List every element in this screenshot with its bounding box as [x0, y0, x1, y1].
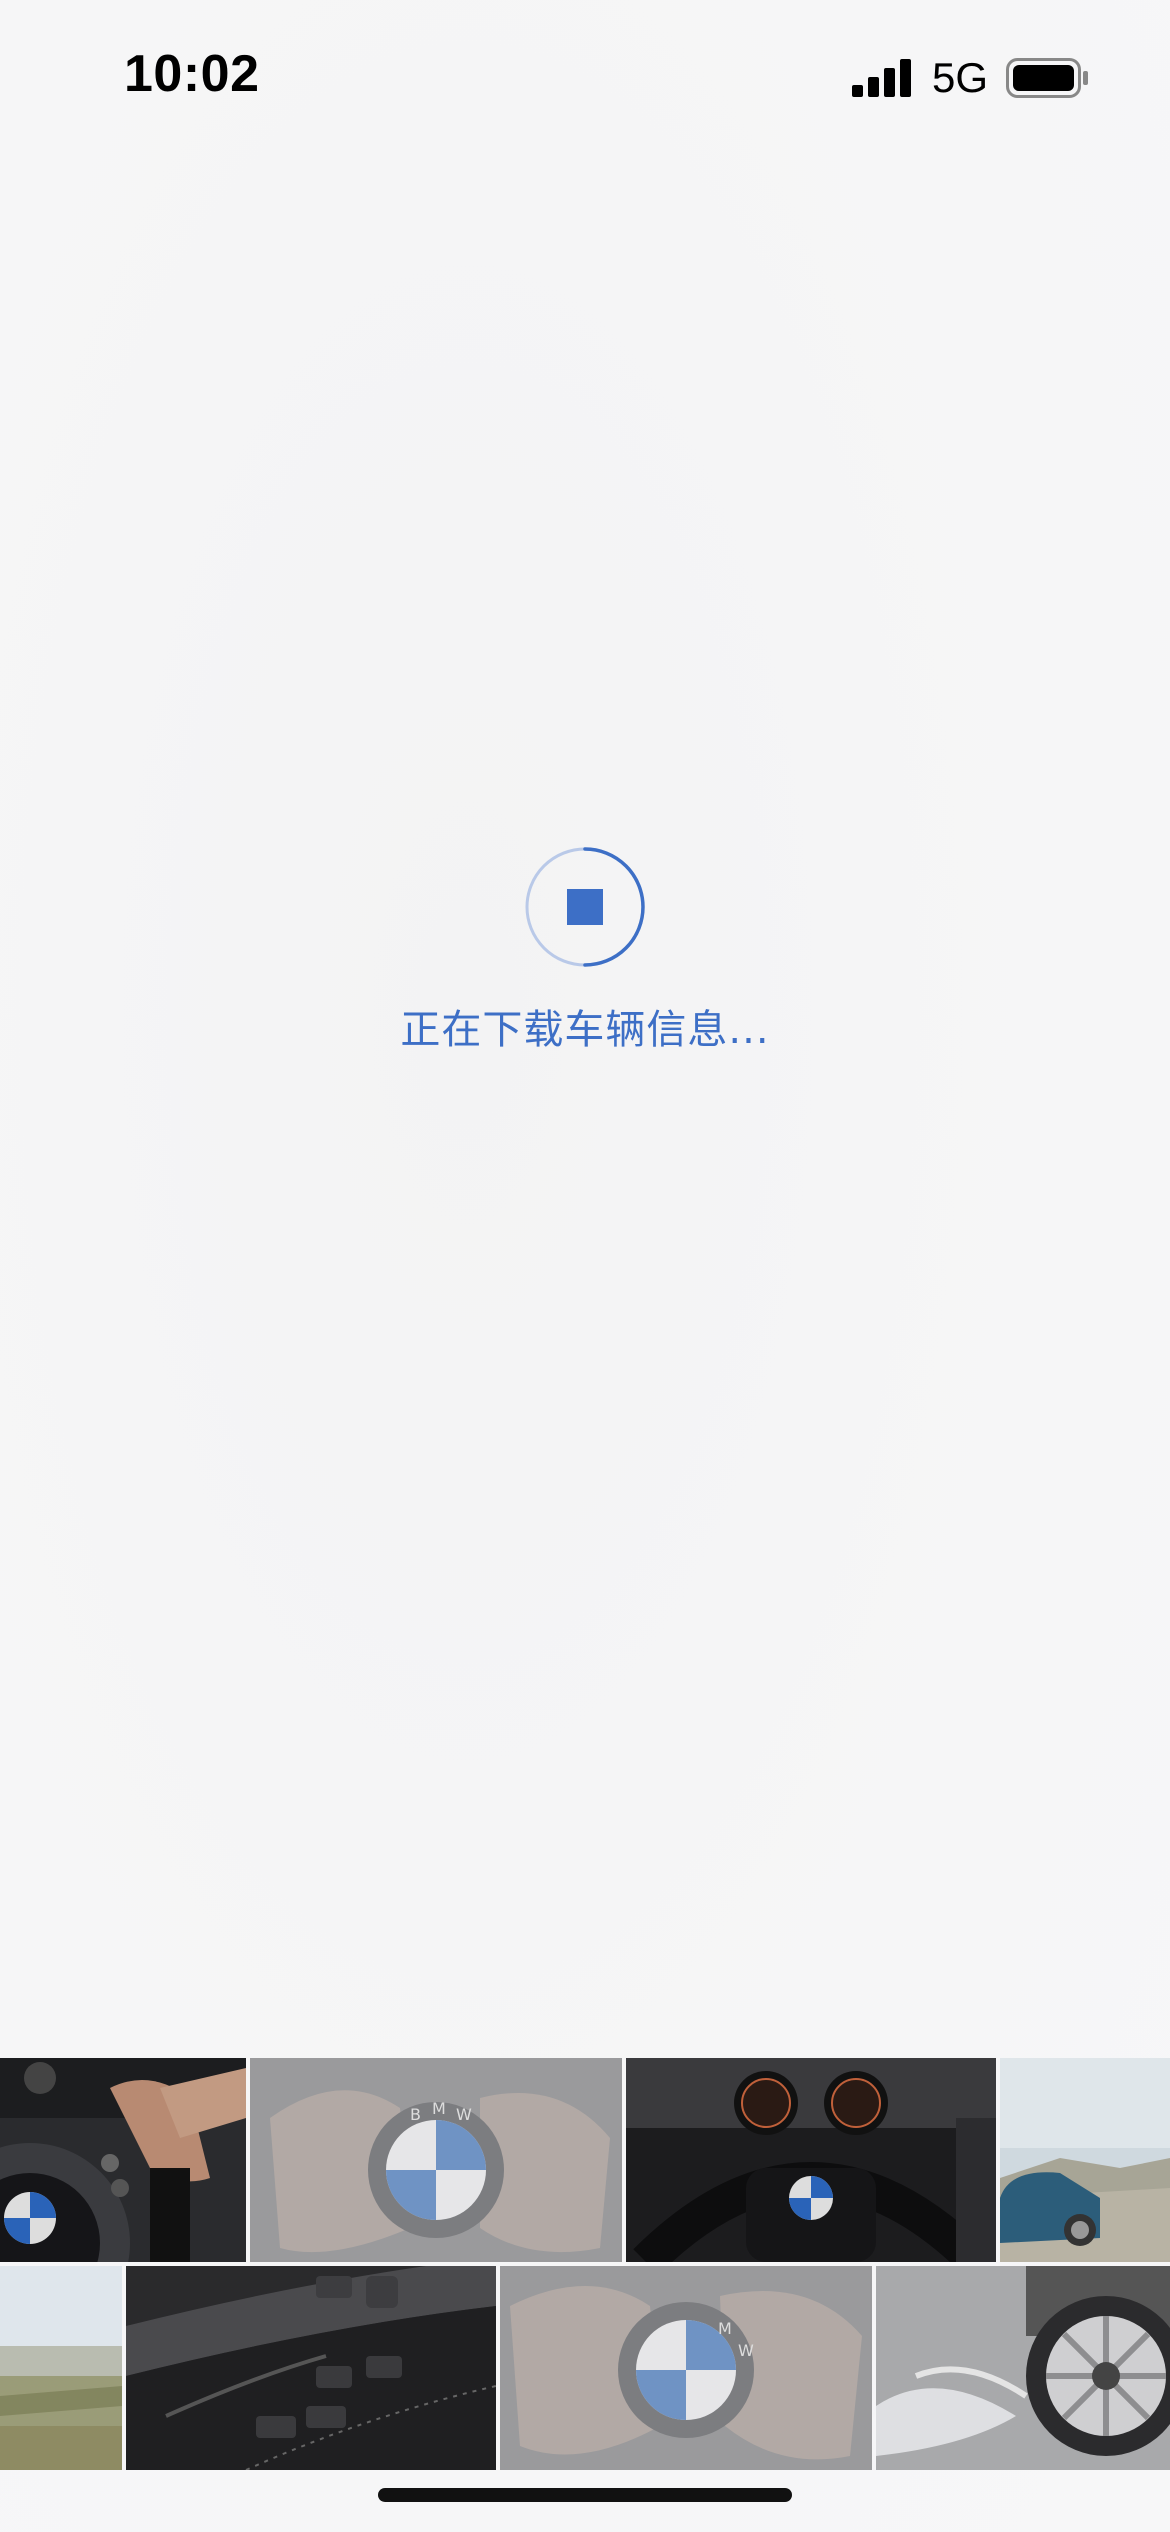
svg-text:M: M	[432, 2099, 446, 2118]
loading-message: 正在下载车辆信息...	[400, 1007, 770, 1053]
door-panel-controls-photo	[126, 2266, 496, 2470]
grassland-landscape-photo	[0, 2266, 122, 2470]
svg-text:W: W	[456, 2105, 472, 2124]
dashboard-steering-wheel-photo	[626, 2058, 996, 2262]
status-time: 10:02	[124, 45, 260, 103]
svg-text:W: W	[738, 2341, 754, 2360]
status-bar: 10:02 5G	[0, 0, 1170, 150]
bmw-emblem-hands-photo-2: M W	[500, 2266, 872, 2470]
photo-strip: B M W M W	[0, 2058, 1170, 2470]
network-type-label: 5G	[931, 54, 988, 101]
loading-indicator: 正在下载车辆信息...	[0, 845, 1170, 1055]
photo-row-top: B M W	[0, 2058, 1170, 2262]
home-indicator[interactable]	[378, 2488, 792, 2502]
bmw-emblem-hands-photo: B M W	[250, 2058, 622, 2262]
blue-car-landscape-photo	[1000, 2058, 1170, 2262]
app-screen: 10:02 5G 正在下载车辆信息... B M W M W	[0, 0, 1170, 2532]
svg-text:M: M	[718, 2319, 732, 2338]
battery-icon	[1006, 58, 1088, 98]
wheel-splash-photo	[876, 2266, 1170, 2470]
cellular-signal-icon	[851, 59, 911, 97]
photo-row-bottom: M W	[0, 2266, 1170, 2470]
status-indicators: 5G	[851, 54, 1090, 102]
stop-loading-icon[interactable]	[523, 845, 647, 969]
steering-wheel-hand-photo	[0, 2058, 246, 2262]
svg-text:B: B	[410, 2105, 421, 2124]
